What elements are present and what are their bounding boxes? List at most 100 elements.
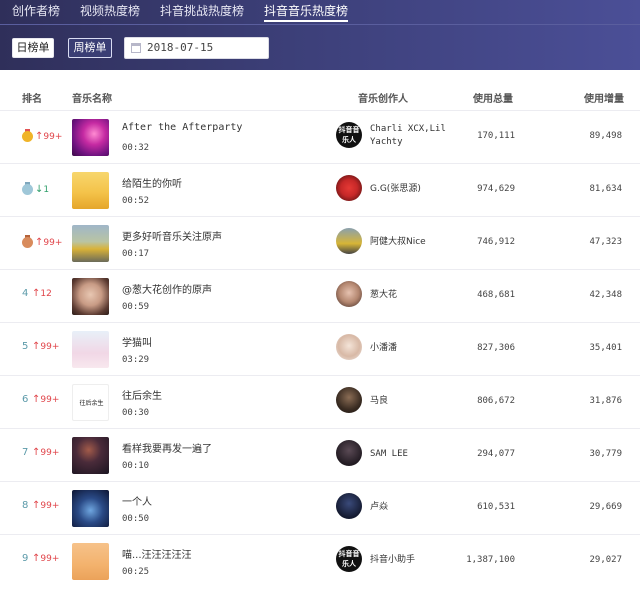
- song-title[interactable]: After the Afterparty: [122, 122, 242, 133]
- song-cover-image[interactable]: [72, 278, 109, 315]
- active-tab-indicator: [264, 20, 348, 22]
- creator-name[interactable]: Charli XCX,Lil Yachty: [370, 123, 460, 149]
- header-divider: [0, 24, 640, 25]
- rank-change: 99+: [40, 554, 60, 564]
- creator-avatar[interactable]: 抖音音乐人: [336, 546, 362, 572]
- song-duration: 00:30: [122, 408, 150, 418]
- table-row[interactable]: 9 ↑99+ 喵...汪汪汪汪汪 00:25 抖音音乐人 抖音小助手 1,387,100 29…: [0, 534, 640, 587]
- creator-name[interactable]: 卢焱: [370, 501, 460, 514]
- song-duration: 00:25: [122, 567, 150, 577]
- total-usage: 294,077: [477, 449, 515, 459]
- total-usage: 746,912: [477, 237, 515, 247]
- total-usage: 170,111: [477, 131, 515, 141]
- rank-change: 12: [40, 289, 52, 299]
- song-title[interactable]: 看样我要再发一遍了: [122, 440, 212, 455]
- creator-name[interactable]: G.G(张思源): [370, 183, 460, 196]
- table-row[interactable]: 7 ↑99+ 看样我要再发一遍了 00:10 SAM LEE 294,077 30,779: [0, 428, 640, 481]
- usage-increase: 29,027: [589, 555, 622, 565]
- song-title[interactable]: 一个人: [122, 493, 152, 508]
- header-rank: 排名: [22, 94, 42, 105]
- top-header: 创作者榜 视频热度榜 抖音挑战热度榜 抖音音乐热度榜 日榜单 周榜单 2018-…: [0, 0, 640, 70]
- header-total-use: 使用总量: [473, 94, 513, 105]
- creator-avatar[interactable]: [336, 387, 362, 413]
- medal-icon: [22, 235, 33, 248]
- rank-cell: 7 ↑99+: [22, 447, 72, 465]
- rank-cell: ↑99+: [22, 235, 72, 253]
- creator-avatar[interactable]: [336, 334, 362, 360]
- medal-icon: [22, 129, 33, 142]
- song-title[interactable]: 学猫叫: [122, 334, 152, 349]
- creator-name[interactable]: SAM LEE: [370, 448, 460, 461]
- usage-increase: 30,779: [589, 449, 622, 459]
- tab-challenge-heat[interactable]: 抖音挑战热度榜: [160, 3, 244, 23]
- daily-list-button[interactable]: 日榜单: [12, 38, 54, 58]
- table-row[interactable]: 8 ↑99+ 一个人 00:50 卢焱 610,531 29,669: [0, 481, 640, 534]
- creator-avatar[interactable]: [336, 493, 362, 519]
- creator-name[interactable]: 抖音小助手: [370, 554, 460, 567]
- rank-cell: 6 ↑99+: [22, 394, 72, 412]
- usage-increase: 42,348: [589, 290, 622, 300]
- song-title[interactable]: 喵...汪汪汪汪汪: [122, 546, 192, 561]
- creator-avatar[interactable]: [336, 175, 362, 201]
- song-duration: 00:59: [122, 302, 150, 312]
- calendar-icon: [131, 43, 141, 53]
- avatar-label: 抖音音乐人: [338, 550, 360, 568]
- table-row[interactable]: 5 ↑99+ 学猫叫 03:29 小潘潘 827,306 35,401: [0, 322, 640, 375]
- usage-increase: 47,323: [589, 237, 622, 247]
- creator-avatar[interactable]: [336, 228, 362, 254]
- creator-avatar[interactable]: [336, 281, 362, 307]
- rank-change: 99+: [40, 342, 60, 352]
- total-usage: 610,531: [477, 502, 515, 512]
- table-row[interactable]: ↑99+ 更多好听音乐关注原声 00:17 阿健大叔Nice 746,912 47,323: [0, 216, 640, 269]
- song-cover-image[interactable]: [72, 490, 109, 527]
- rank-number: 6: [22, 394, 29, 405]
- usage-increase: 35,401: [589, 343, 622, 353]
- song-duration: 03:29: [122, 355, 150, 365]
- song-cover-image[interactable]: [72, 119, 109, 156]
- table-row[interactable]: 4 ↑12 @葱大花创作的原声 00:59 葱大花 468,681 42,348: [0, 269, 640, 322]
- song-title[interactable]: 给陌生的你听: [122, 175, 182, 190]
- creator-name[interactable]: 葱大花: [370, 289, 460, 302]
- header-creator: 音乐创作人: [358, 94, 408, 105]
- creator-name[interactable]: 阿健大叔Nice: [370, 236, 460, 249]
- song-cover-image[interactable]: [72, 225, 109, 262]
- table-row[interactable]: ↓1 给陌生的你听 00:52 G.G(张思源) 974,629 81,634: [0, 163, 640, 216]
- rank-number: 4: [22, 288, 29, 299]
- song-title[interactable]: 更多好听音乐关注原声: [122, 228, 222, 243]
- tab-bar: 创作者榜 视频热度榜 抖音挑战热度榜 抖音音乐热度榜: [0, 0, 640, 24]
- rank-cell: 9 ↑99+: [22, 553, 72, 571]
- cover-caption: 往后余生: [79, 400, 104, 407]
- song-cover-image[interactable]: [72, 172, 109, 209]
- song-title[interactable]: 往后余生: [122, 387, 162, 402]
- song-cover-image[interactable]: [72, 437, 109, 474]
- song-cover-image[interactable]: 往后余生: [72, 384, 109, 421]
- creator-name[interactable]: 马良: [370, 395, 460, 408]
- creator-avatar[interactable]: 抖音音乐人: [336, 122, 362, 148]
- total-usage: 468,681: [477, 290, 515, 300]
- rank-cell: 8 ↑99+: [22, 500, 72, 518]
- song-cover-image[interactable]: [72, 331, 109, 368]
- rank-cell: 4 ↑12: [22, 288, 72, 306]
- usage-increase: 29,669: [589, 502, 622, 512]
- song-duration: 00:50: [122, 514, 150, 524]
- date-value: 2018-07-15: [147, 41, 214, 54]
- header-music-name: 音乐名称: [72, 94, 112, 105]
- song-title[interactable]: @葱大花创作的原声: [122, 281, 212, 296]
- table-row[interactable]: 6 ↑99+ 往后余生 往后余生 00:30 马良 806,672 31,876: [0, 375, 640, 428]
- rank-cell: ↓1: [22, 182, 72, 200]
- weekly-list-button[interactable]: 周榜单: [68, 38, 112, 58]
- song-cover-image[interactable]: [72, 543, 109, 580]
- table-row[interactable]: ↑99+ After the Afterparty 00:32 抖音音乐人 Charli…: [0, 110, 640, 163]
- usage-increase: 81,634: [589, 184, 622, 194]
- tab-creator-rank[interactable]: 创作者榜: [12, 3, 60, 23]
- rank-change: 99+: [43, 238, 63, 248]
- creator-avatar[interactable]: [336, 440, 362, 466]
- rank-number: 8: [22, 500, 29, 511]
- rank-change: 99+: [40, 501, 60, 511]
- song-duration: 00:17: [122, 249, 150, 259]
- tab-video-heat[interactable]: 视频热度榜: [80, 3, 140, 23]
- date-picker[interactable]: 2018-07-15: [124, 37, 269, 59]
- song-duration: 00:52: [122, 196, 150, 206]
- rank-change: 99+: [40, 395, 60, 405]
- creator-name[interactable]: 小潘潘: [370, 342, 460, 355]
